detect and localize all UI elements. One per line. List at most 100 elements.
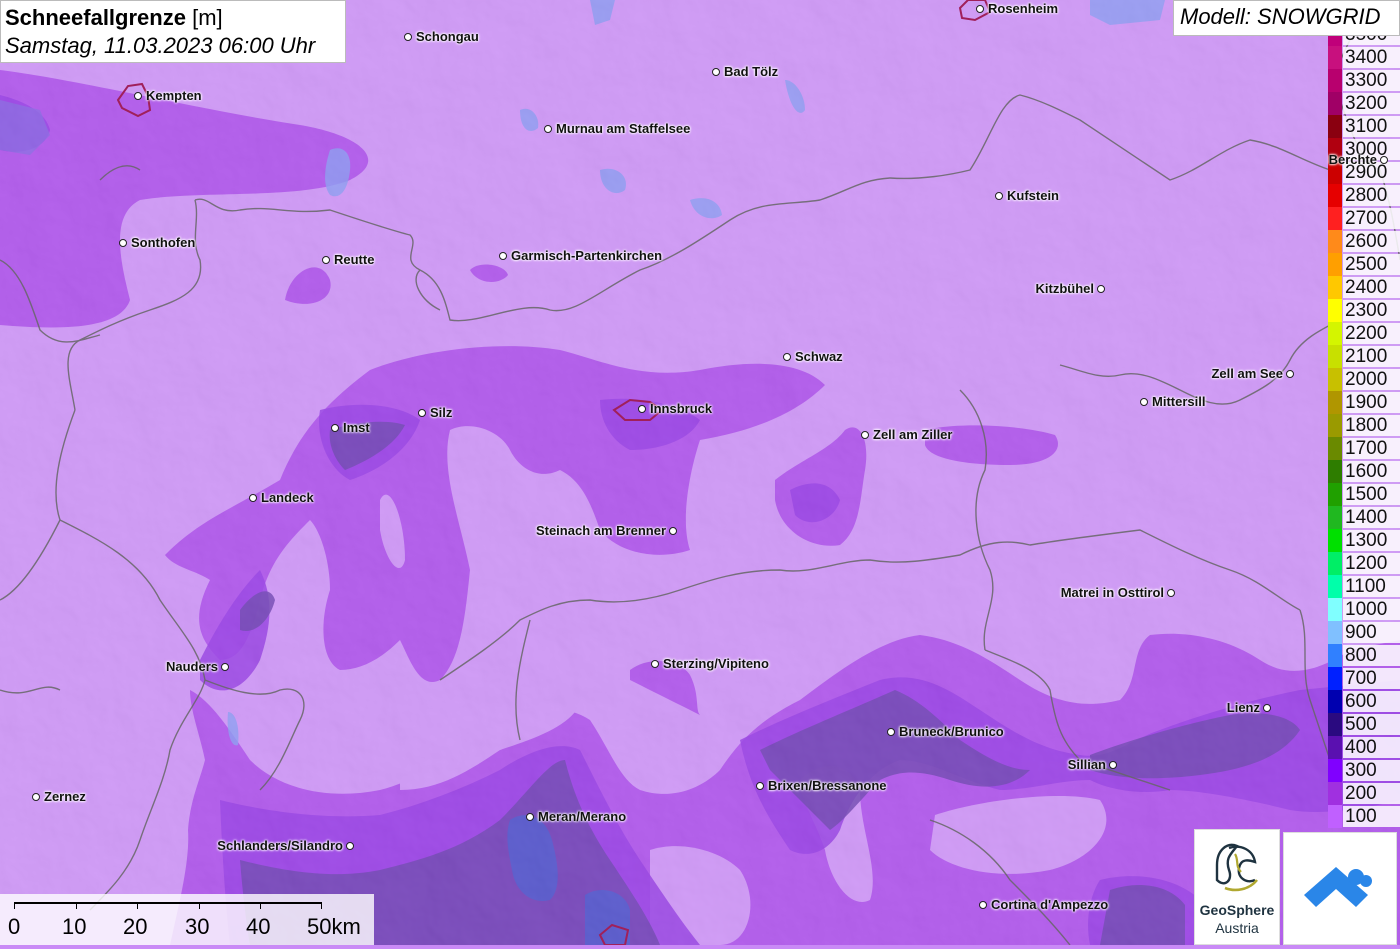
legend-swatch <box>1328 230 1342 253</box>
legend-label: 2400 <box>1343 277 1400 298</box>
legend-row: 500 <box>1328 713 1400 736</box>
legend-swatch <box>1328 529 1342 552</box>
legend-row: 2200 <box>1328 322 1400 345</box>
legend-row: 1300 <box>1328 529 1400 552</box>
legend-label: 1600 <box>1343 461 1400 482</box>
legend-row: 800 <box>1328 644 1400 667</box>
map-title: Schneefallgrenze [m] <box>5 5 223 30</box>
city-marker <box>638 405 646 413</box>
snowfall-line-map[interactable] <box>0 0 1400 945</box>
city-label: Reutte <box>334 252 375 267</box>
geosphere-emblem-icon <box>1215 843 1259 892</box>
legend-row: 300 <box>1328 759 1400 782</box>
legend-swatch <box>1328 644 1342 667</box>
legend-row: 2600 <box>1328 230 1400 253</box>
city-label: Nauders <box>165 659 218 674</box>
scale-label: 50km <box>307 914 361 939</box>
city-marker <box>249 494 257 502</box>
city-marker <box>134 92 142 100</box>
city-marker <box>1286 370 1294 378</box>
legend-label: 600 <box>1343 691 1400 712</box>
legend-swatch <box>1328 92 1342 115</box>
city-label: Sterzing/Vipiteno <box>663 656 769 671</box>
city-marker <box>1263 704 1271 712</box>
legend-swatch <box>1328 483 1342 506</box>
city-marker <box>331 424 339 432</box>
legend-label: 100 <box>1343 806 1400 827</box>
city-marker <box>322 256 330 264</box>
legend-row: 3100 <box>1328 115 1400 138</box>
map-title-box: Schneefallgrenze [m] Samstag, 11.03.2023… <box>0 0 346 63</box>
legend-swatch <box>1328 575 1342 598</box>
legend-label: 2300 <box>1343 300 1400 321</box>
legend-row: 2700 <box>1328 207 1400 230</box>
legend-row: 1400 <box>1328 506 1400 529</box>
legend-row: 3200 <box>1328 92 1400 115</box>
legend-swatch <box>1328 552 1342 575</box>
city-label: Murnau am Staffelsee <box>556 121 691 136</box>
city-label: Cortina d'Ampezzo <box>991 897 1109 912</box>
scale-label: 10 <box>62 914 87 939</box>
legend-row: 1200 <box>1328 552 1400 575</box>
city-marker <box>976 5 984 13</box>
legend-swatch <box>1328 69 1342 92</box>
legend-label: 2100 <box>1343 346 1400 367</box>
legend-row: 400 <box>1328 736 1400 759</box>
legend-label: 1100 <box>1343 576 1400 597</box>
city-label: Bruneck/Brunico <box>899 724 1004 739</box>
legend-row: 1500 <box>1328 483 1400 506</box>
legend-swatch <box>1328 207 1342 230</box>
legend-row: 1000 <box>1328 598 1400 621</box>
legend-swatch <box>1328 345 1342 368</box>
legend-swatch <box>1328 621 1342 644</box>
city-label: Brixen/Bressanone <box>768 778 887 793</box>
city-marker <box>651 660 659 668</box>
legend-swatch <box>1328 322 1342 345</box>
legend-label: 1300 <box>1343 530 1400 551</box>
legend-label: 300 <box>1343 760 1400 781</box>
legend-swatch <box>1328 46 1342 69</box>
scale-label: 40 <box>246 914 271 939</box>
legend-row: 1800 <box>1328 414 1400 437</box>
legend-swatch <box>1328 736 1342 759</box>
city-marker <box>1097 285 1105 293</box>
legend-swatch <box>1328 414 1342 437</box>
legend-row: 2100 <box>1328 345 1400 368</box>
scale-label: 0 <box>8 914 21 939</box>
city-label: Rosenheim <box>988 1 1059 16</box>
legend-swatch <box>1328 805 1342 828</box>
city-label: Imst <box>343 420 370 435</box>
legend-swatch <box>1328 299 1342 322</box>
legend-row: 1100 <box>1328 575 1400 598</box>
city-marker <box>404 33 412 41</box>
legend-swatch <box>1328 391 1342 414</box>
legend-row: 3500 <box>1328 36 1400 46</box>
legend-label: 1000 <box>1343 599 1400 620</box>
legend-swatch <box>1328 253 1342 276</box>
weather-service-logo[interactable] <box>1283 832 1397 945</box>
scale-tick <box>76 902 77 909</box>
city-label: Garmisch-Partenkirchen <box>511 248 663 263</box>
legend-swatch <box>1328 713 1342 736</box>
legend-row: 2500 <box>1328 253 1400 276</box>
city-marker <box>499 252 507 260</box>
legend-row: 2800 <box>1328 184 1400 207</box>
legend-row: 200 <box>1328 782 1400 805</box>
scale-tick <box>14 902 15 909</box>
city-label: Schwaz <box>795 349 843 364</box>
scale-label: 30 <box>185 914 210 939</box>
city-marker <box>119 239 127 247</box>
geosphere-logo[interactable]: GeoSphere Austria <box>1194 829 1280 945</box>
city-marker <box>526 813 534 821</box>
scale-tick <box>199 902 200 909</box>
city-label: Schongau <box>416 29 479 44</box>
city-label: Berchte <box>1328 152 1377 167</box>
map-datetime: Samstag, 11.03.2023 06:00 Uhr <box>5 33 316 58</box>
legend-label: 2600 <box>1343 231 1400 252</box>
city-marker <box>1380 156 1388 164</box>
scale-tick <box>137 902 138 909</box>
city-marker <box>1140 398 1148 406</box>
legend-row: 700 <box>1328 667 1400 690</box>
city-marker <box>979 901 987 909</box>
legend-label: 2800 <box>1343 185 1400 206</box>
